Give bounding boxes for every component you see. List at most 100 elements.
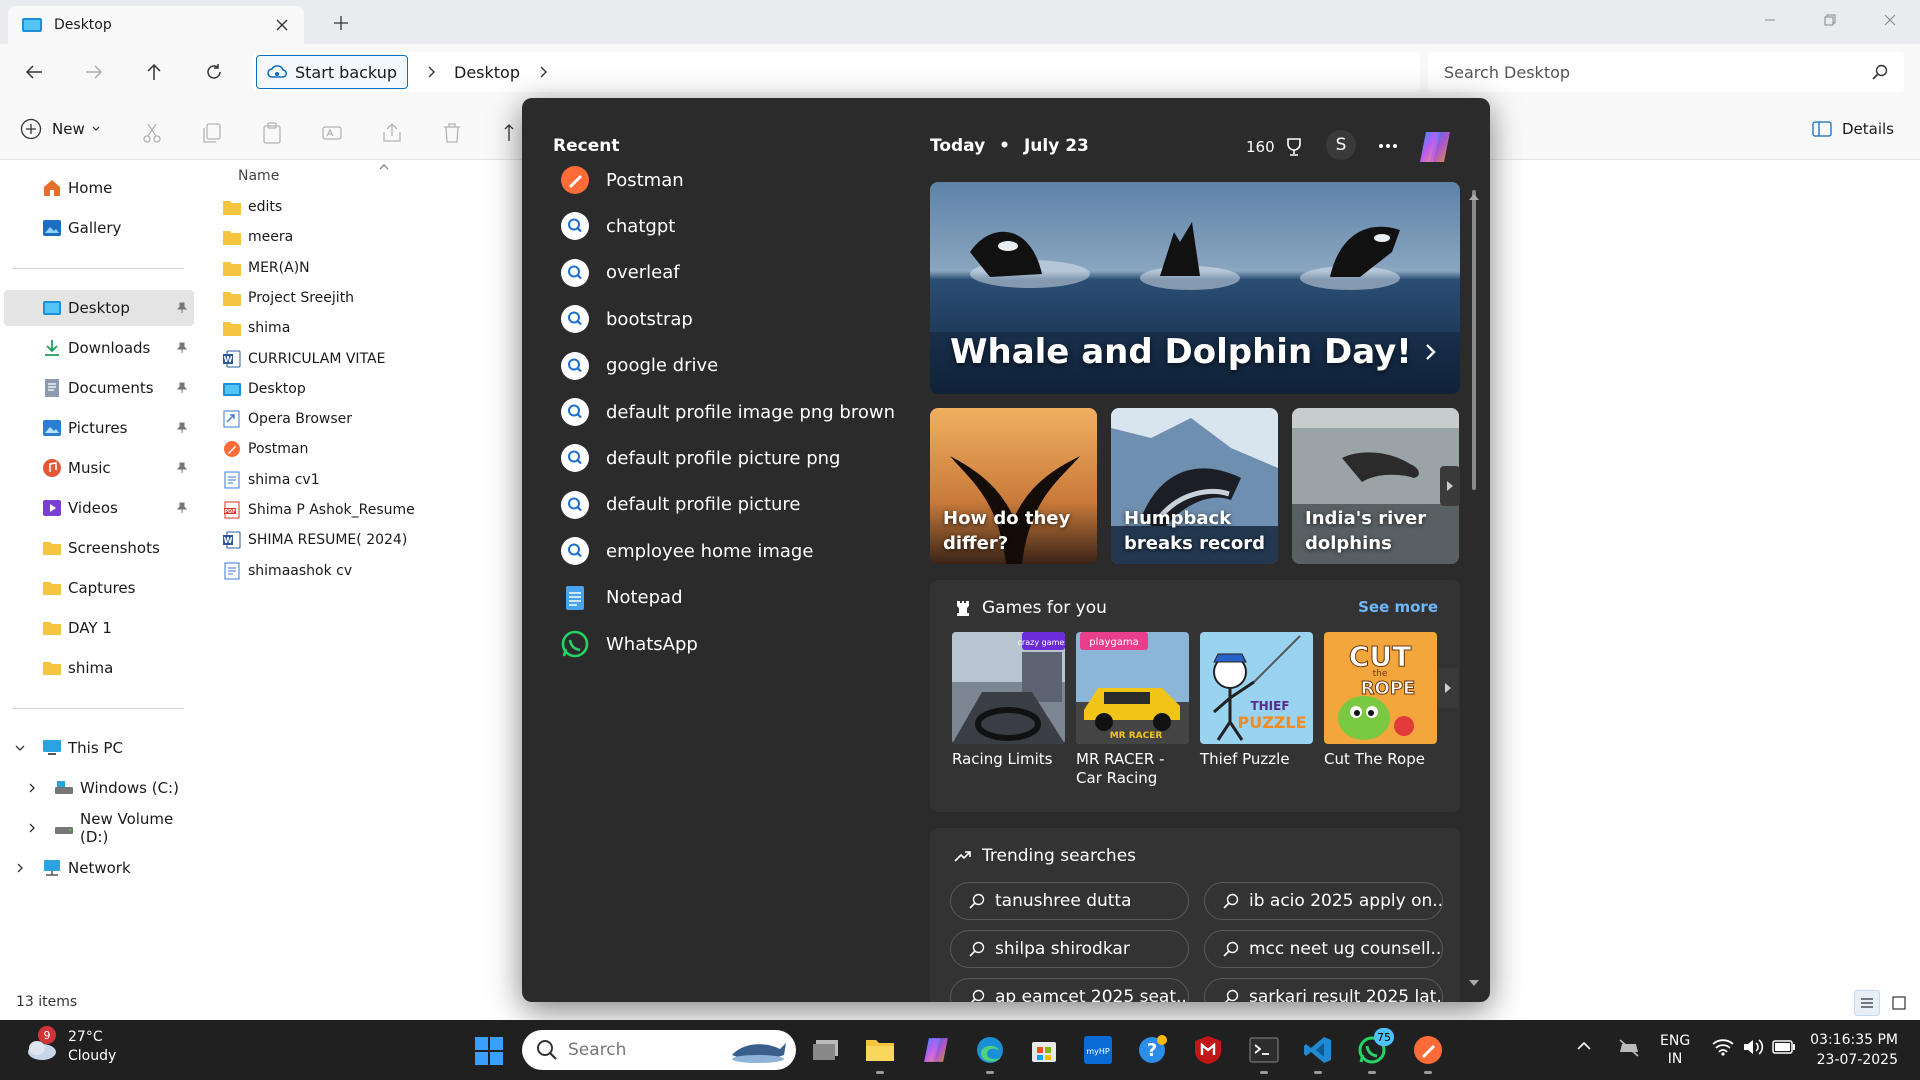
avatar[interactable]: S [1326, 130, 1356, 160]
nav-item-captures[interactable]: Captures [4, 570, 194, 606]
more-options-icon[interactable] [1376, 134, 1400, 158]
recent-item[interactable]: default profile picture [560, 485, 801, 525]
trending-search-pill[interactable]: tanushree dutta [950, 882, 1189, 920]
nav-item-gallery[interactable]: Gallery [4, 210, 194, 246]
recent-item[interactable]: Postman [560, 160, 684, 200]
nav-item-desktop[interactable]: Desktop [4, 290, 194, 326]
file-row[interactable]: PDF Shima P Ashok_Resume [222, 495, 415, 525]
see-more-link[interactable]: See more [1358, 598, 1438, 616]
games-next-button[interactable] [1438, 668, 1458, 708]
restore-button[interactable] [1800, 0, 1860, 40]
vscode-icon[interactable] [1300, 1032, 1336, 1074]
story-card[interactable]: India's river dolphins [1292, 408, 1459, 564]
edge-icon[interactable] [972, 1032, 1008, 1074]
cards-next-button[interactable] [1440, 466, 1460, 506]
recent-item[interactable]: employee home image [560, 531, 813, 571]
file-row[interactable]: shima cv1 [222, 465, 320, 495]
scroll-down-icon[interactable] [1467, 978, 1481, 988]
wifi-icon[interactable] [1712, 1038, 1734, 1056]
new-button[interactable]: New [20, 118, 101, 140]
taskbar-search-box[interactable] [522, 1030, 796, 1070]
refresh-button[interactable] [200, 58, 228, 86]
nav-item-videos[interactable]: Videos [4, 490, 194, 526]
close-window-button[interactable] [1860, 0, 1920, 40]
file-row[interactable]: shimaashok cv [222, 556, 352, 586]
system-clock[interactable]: 03:16:35 PM 23-07-2025 [1800, 1030, 1898, 1070]
whatsapp-taskbar-icon[interactable]: 75 [1354, 1028, 1394, 1074]
recent-item[interactable]: chatgpt [560, 206, 675, 246]
nav-item-pictures[interactable]: Pictures [4, 410, 194, 446]
postman-taskbar-icon[interactable] [1410, 1032, 1446, 1074]
pin-icon[interactable] [176, 302, 188, 314]
copilot-icon[interactable] [1416, 128, 1454, 166]
trending-search-pill[interactable]: sarkari result 2025 lat... [1204, 978, 1443, 1002]
nav-item-downloads[interactable]: Downloads [4, 330, 194, 366]
tab-desktop[interactable]: Desktop [8, 6, 304, 44]
trending-search-pill[interactable]: ap eamcet 2025 seat... [950, 978, 1189, 1002]
recent-item[interactable]: default profile picture png [560, 438, 840, 478]
pin-icon[interactable] [176, 382, 188, 394]
windows-start-icon[interactable] [474, 1036, 504, 1066]
nav-item-new-volume-d[interactable]: New Volume (D:) [4, 810, 194, 846]
nav-item-network[interactable]: Network [4, 850, 194, 886]
rewards-points[interactable]: 160 [1246, 136, 1305, 158]
recent-item[interactable]: default profile image png brown [560, 392, 895, 432]
help-icon[interactable]: ? [1134, 1032, 1170, 1068]
pin-icon[interactable] [176, 422, 188, 434]
game-tile-racing-limits[interactable]: crazy games Racing Limits [952, 632, 1065, 769]
minimize-button[interactable] [1740, 0, 1800, 40]
pin-icon[interactable] [176, 502, 188, 514]
share-icon[interactable] [381, 122, 403, 144]
game-tile-mr-racer[interactable]: playgama MR RACER MR RACER - Car Racing [1076, 632, 1189, 788]
new-tab-button[interactable] [330, 12, 352, 34]
battery-icon[interactable] [1772, 1040, 1796, 1054]
file-row[interactable]: Desktop [222, 374, 306, 404]
recent-item[interactable]: google drive [560, 346, 718, 386]
volume-icon[interactable] [1742, 1038, 1764, 1056]
nav-item-home[interactable]: Home [4, 170, 194, 206]
tray-app-icon[interactable] [1618, 1038, 1640, 1058]
details-view-button[interactable] [1854, 990, 1880, 1016]
trending-search-pill[interactable]: ib acio 2025 apply on... [1204, 882, 1443, 920]
file-row[interactable]: edits [222, 192, 282, 222]
delete-icon[interactable] [441, 122, 463, 144]
paste-icon[interactable] [261, 122, 283, 144]
story-card[interactable]: How do they differ? [930, 408, 1097, 564]
weather-widget[interactable]: 9 27°C Cloudy [22, 1026, 116, 1066]
close-tab-icon[interactable] [274, 17, 290, 33]
recent-item[interactable]: bootstrap [560, 299, 693, 339]
nav-item-music[interactable]: Music [4, 450, 194, 486]
file-row[interactable]: Project Sreejith [222, 283, 354, 313]
cut-icon[interactable] [141, 122, 163, 144]
mcafee-icon[interactable] [1190, 1032, 1226, 1068]
copilot-taskbar-icon[interactable] [918, 1032, 954, 1068]
nav-item-shima[interactable]: shima [4, 650, 194, 686]
recent-item[interactable]: overleaf [560, 253, 680, 293]
forward-button[interactable] [80, 58, 108, 86]
chevron-right-icon[interactable] [536, 65, 550, 79]
pin-icon[interactable] [176, 462, 188, 474]
recent-item[interactable]: Notepad [560, 578, 683, 618]
nav-item-this-pc[interactable]: This PC [4, 730, 194, 766]
trending-search-pill[interactable]: mcc neet ug counsell... [1204, 930, 1443, 968]
search-desktop-box[interactable] [1428, 52, 1904, 92]
story-card[interactable]: Humpback breaks record [1111, 408, 1278, 564]
terminal-icon[interactable] [1246, 1032, 1282, 1074]
up-button[interactable] [140, 58, 168, 86]
file-row[interactable]: Postman [222, 434, 308, 464]
file-row[interactable]: Opera Browser [222, 404, 352, 434]
game-tile-cut-the-rope[interactable]: CUT the ROPE Cut The Rope [1324, 632, 1437, 769]
details-button[interactable]: Details [1812, 120, 1894, 138]
copy-icon[interactable] [201, 122, 223, 144]
pin-icon[interactable] [176, 342, 188, 354]
recent-item[interactable]: WhatsApp [560, 624, 698, 664]
taskbar-search-input[interactable] [568, 1040, 728, 1060]
task-view-icon[interactable] [808, 1032, 844, 1068]
hero-card[interactable]: Whale and Dolphin Day! [930, 182, 1460, 394]
address-bar[interactable]: Start backup Desktop [254, 52, 1420, 92]
input-language[interactable]: ENG IN [1660, 1032, 1690, 1068]
file-row[interactable]: W SHIMA RESUME( 2024) [222, 525, 407, 555]
search-desktop-input[interactable] [1444, 62, 1872, 82]
nav-item-screenshots[interactable]: Screenshots [4, 530, 194, 566]
flyout-scrollbar-thumb[interactable] [1472, 190, 1476, 490]
